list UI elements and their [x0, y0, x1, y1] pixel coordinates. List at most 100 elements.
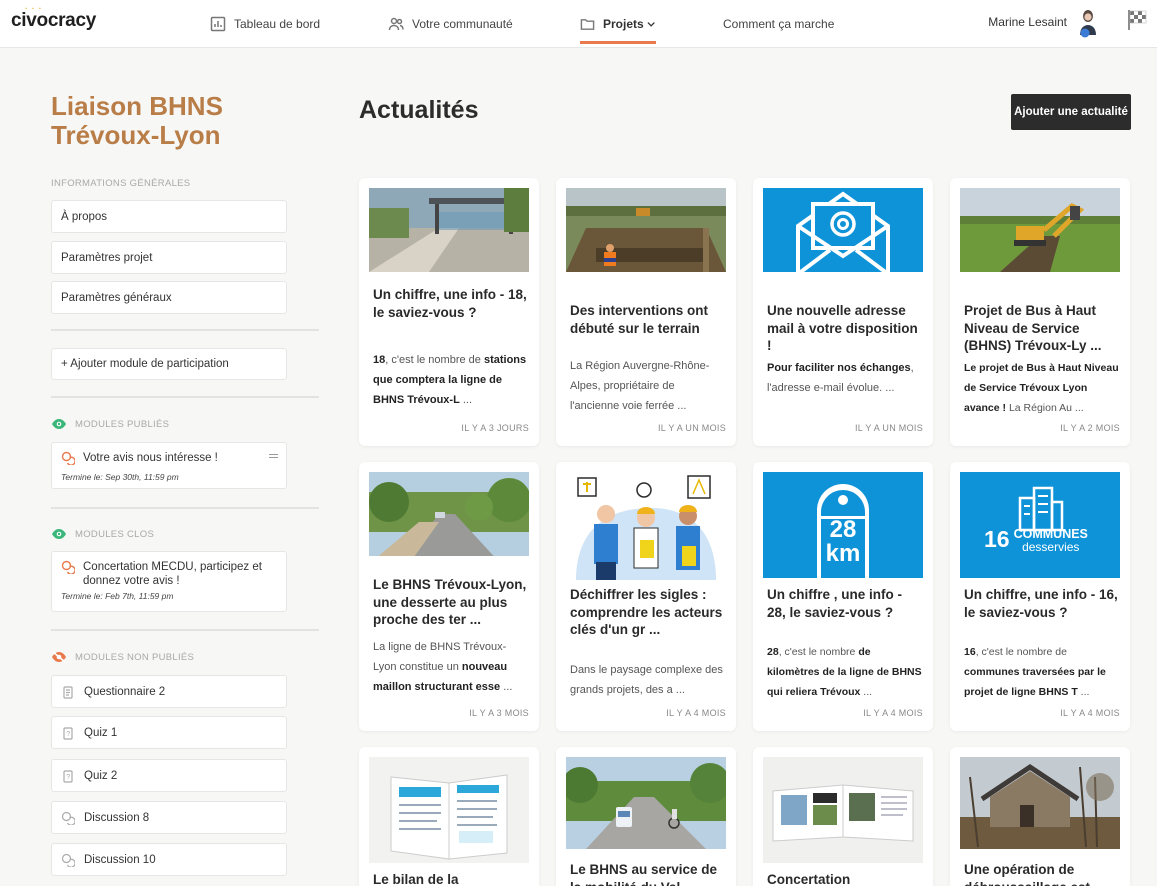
tile-sublabel: desservies — [1022, 540, 1080, 554]
checkered-flag-icon[interactable] — [1127, 9, 1147, 31]
news-card-age: IL Y A 4 MOIS — [666, 708, 726, 718]
news-card-excerpt: 28, c'est le nombre de kilomètres de la … — [767, 646, 922, 698]
news-card-age: IL Y A 2 MOIS — [1060, 423, 1120, 433]
module-item-discussion-10[interactable]: Discussion 10 — [51, 843, 287, 876]
clipboard-icon — [61, 685, 75, 699]
news-card[interactable]: 16 COMMUNES desservies Un chiffre, une i… — [950, 462, 1130, 731]
add-news-button[interactable]: Ajouter une actualité — [1011, 94, 1131, 130]
sidebar-item-parametres-projet[interactable]: Paramètres projet — [51, 241, 287, 274]
svg-text:?: ? — [66, 774, 70, 781]
news-card-age: IL Y A UN MOIS — [854, 423, 923, 433]
excavation-photo — [566, 188, 726, 272]
news-card-title: Des interventions ont débuté sur le terr… — [570, 303, 709, 336]
news-card[interactable]: 28 km Un chiffre , une info - 28, le sav… — [753, 462, 933, 731]
section-label-general: INFORMATIONS GÉNÉRALES — [51, 178, 191, 189]
booklet-photo — [369, 757, 529, 863]
news-card-age: IL Y A 3 JOURS — [461, 423, 529, 433]
news-card-age: IL Y A 4 MOIS — [863, 708, 923, 718]
people-icon — [388, 17, 404, 31]
news-card-age: IL Y A 3 MOIS — [469, 708, 529, 718]
news-card[interactable]: Projet de Bus à Haut Niveau de Service (… — [950, 178, 1130, 446]
news-card[interactable]: Le BHNS Trévoux-Lyon, une desserte au pl… — [359, 462, 539, 731]
news-card[interactable]: Déchiffrer les sigles : comprendre les a… — [556, 462, 736, 731]
section-label-published: MODULES PUBLIÉS — [51, 418, 169, 430]
nav-tableau-de-bord[interactable]: Tableau de bord — [210, 0, 320, 48]
chevron-down-icon — [647, 21, 655, 27]
news-card-title: Concertation — [767, 872, 851, 886]
news-card-excerpt: 16, c'est le nombre de communes traversé… — [964, 646, 1106, 698]
module-end-date: Termine le: Feb 7th, 11:59 pm — [61, 591, 174, 601]
tile-unit: km — [825, 540, 861, 567]
news-card-title: Déchiffrer les sigles : comprendre les a… — [570, 587, 723, 637]
divider — [51, 507, 319, 509]
news-card[interactable]: Une opération de débroussaillage est — [950, 747, 1130, 886]
digger-photo — [960, 188, 1120, 272]
module-item-quiz-2[interactable]: ? Quiz 2 — [51, 759, 287, 792]
bus-station-photo — [369, 188, 529, 272]
communes-tile: 16 COMMUNES desservies — [960, 472, 1120, 578]
civocracy-logo[interactable]: · · · civocracy — [11, 4, 96, 32]
sidebar-item-a-propos[interactable]: À propos — [51, 200, 287, 233]
quiz-icon: ? — [61, 726, 75, 740]
news-card-title: Projet de Bus à Haut Niveau de Service (… — [964, 303, 1102, 353]
news-card-title: Une opération de débroussaillage est — [964, 862, 1090, 886]
module-item-questionnaire-2[interactable]: Questionnaire 2 — [51, 675, 287, 708]
email-icon-tile — [763, 188, 923, 272]
news-card-excerpt: Dans le paysage complexe des grands proj… — [570, 664, 723, 696]
module-item-published[interactable]: Votre avis nous intéresse ! Termine le: … — [51, 442, 287, 489]
module-end-date: Termine le: Sep 30th, 11:59 pm — [61, 472, 179, 482]
user-menu[interactable]: Marine Lesaint — [988, 0, 1099, 44]
project-title: Liaison BHNS Trévoux-Lyon — [51, 91, 223, 150]
news-card-age: IL Y A UN MOIS — [657, 423, 726, 433]
news-card-title: Le bilan de la — [373, 872, 459, 886]
drag-handle-icon[interactable] — [269, 454, 278, 458]
tile-number: 28 — [829, 516, 857, 543]
nav-projets[interactable]: Projets — [580, 0, 656, 48]
section-label-closed: MODULES CLOS — [51, 528, 154, 540]
news-card-title: Un chiffre , une info - 28, le saviez-vo… — [767, 587, 902, 620]
bus-road-rendering — [566, 757, 726, 849]
news-card[interactable]: Des interventions ont débuté sur le terr… — [556, 178, 736, 446]
top-navbar: · · · civocracy Tableau de bord Votre com… — [0, 0, 1157, 48]
eye-check-icon — [52, 419, 66, 429]
news-card-excerpt: Le projet de Bus à Haut Niveau de Servic… — [964, 362, 1119, 414]
old-house-photo — [960, 757, 1120, 849]
news-card[interactable]: Concertation — [753, 747, 933, 886]
divider — [51, 629, 319, 631]
discussion-icon — [61, 451, 76, 469]
road-rendering — [369, 472, 529, 556]
eye-check-icon — [52, 529, 66, 539]
module-item-quiz-1[interactable]: ? Quiz 1 — [51, 716, 287, 749]
news-card-title: Le BHNS au service de la mobilité du Val — [570, 862, 718, 886]
news-card-title: Un chiffre, une info - 18, le saviez-vou… — [373, 287, 527, 320]
news-card-age: IL Y A 4 MOIS — [1060, 708, 1120, 718]
add-module-button[interactable]: + Ajouter module de participation — [51, 348, 287, 380]
milestone-tile: 28 km — [763, 472, 923, 578]
news-card-title: Le BHNS Trévoux-Lyon, une desserte au pl… — [373, 577, 527, 627]
nav-comment-ca-marche[interactable]: Comment ça marche — [723, 0, 834, 48]
news-card[interactable]: Le bilan de la — [359, 747, 539, 886]
discussion-icon — [61, 853, 76, 868]
nav-votre-communaute[interactable]: Votre communauté — [388, 0, 513, 48]
news-card[interactable]: Une nouvelle adresse mail à votre dispos… — [753, 178, 933, 446]
section-label-unpublished: MODULES NON PUBLIÉS — [51, 651, 194, 663]
news-card-excerpt: 18, c'est le nombre de stations que comp… — [373, 354, 527, 406]
page-title: Actualités — [359, 96, 479, 124]
module-item-closed[interactable]: Concertation MECDU, participez et donnez… — [51, 551, 287, 612]
discussion-icon — [61, 811, 76, 826]
discussion-icon — [61, 560, 76, 588]
news-card[interactable]: Le BHNS au service de la mobilité du Val — [556, 747, 736, 886]
avatar — [1077, 8, 1099, 38]
news-card-excerpt: Pour faciliter nos échanges, l'adresse e… — [767, 362, 914, 394]
news-card-excerpt: La ligne de BHNS Trévoux-Lyon constitue … — [373, 641, 513, 693]
news-card-title: Un chiffre, une info - 16, le saviez-vou… — [964, 587, 1118, 620]
news-card[interactable]: Un chiffre, une info - 18, le saviez-vou… — [359, 178, 539, 446]
module-item-discussion-8[interactable]: Discussion 8 — [51, 801, 287, 834]
brochure-photo — [763, 757, 923, 863]
user-name: Marine Lesaint — [988, 15, 1067, 29]
divider — [51, 396, 319, 398]
chart-icon — [210, 16, 226, 32]
divider — [51, 329, 319, 331]
eye-off-icon — [52, 651, 66, 663]
sidebar-item-parametres-generaux[interactable]: Paramètres généraux — [51, 281, 287, 314]
